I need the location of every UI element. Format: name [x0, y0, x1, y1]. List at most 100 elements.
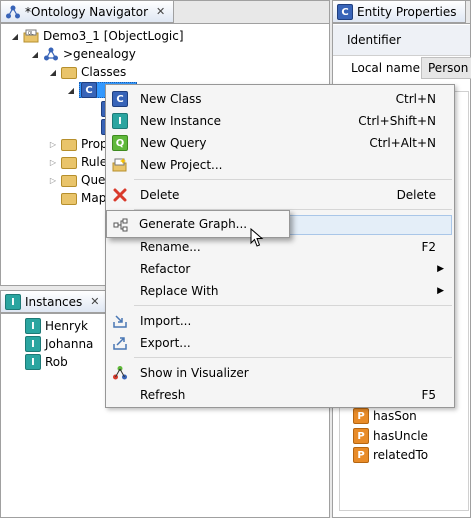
tree-row-classes[interactable]: ◢ Classes — [49, 63, 126, 81]
project-icon: OL — [23, 28, 39, 44]
export-icon — [112, 335, 128, 351]
menu-label: New Query — [140, 136, 207, 150]
delete-icon — [112, 187, 128, 203]
context-menu: C New Class Ctrl+N I New Instance Ctrl+S… — [105, 84, 455, 408]
expand-icon[interactable]: ▷ — [49, 176, 57, 185]
menu-shortcut: Ctrl+Shift+N — [358, 114, 436, 128]
tree-row-mappings[interactable]: Map — [61, 189, 106, 207]
instance-label: Henryk — [45, 319, 88, 333]
local-name-field[interactable]: Person — [421, 57, 471, 79]
list-item-instance[interactable]: I Johanna — [25, 335, 93, 353]
menu-item-export[interactable]: Export... — [108, 333, 452, 353]
menu-item-new-instance[interactable]: I New Instance Ctrl+Shift+N — [108, 111, 452, 131]
property-icon: P — [353, 428, 369, 444]
instance-icon: I — [25, 354, 41, 370]
menu-separator — [134, 179, 452, 180]
menu-label: Replace With — [140, 284, 219, 298]
menu-shortcut: F5 — [421, 388, 436, 402]
close-navigator-icon[interactable]: ✕ — [156, 5, 165, 18]
menu-item-new-project[interactable]: New Project... — [108, 155, 452, 175]
tree-row-queries[interactable]: ▷ Que — [49, 171, 105, 189]
tree-label-mappings: Map — [81, 191, 107, 205]
menu-label: Delete — [140, 188, 180, 202]
svg-text:OL: OL — [28, 31, 34, 36]
class-icon: C — [337, 3, 353, 20]
menu-item-import[interactable]: Import... — [108, 311, 452, 331]
drag-preview-label: Generate Graph... — [139, 217, 248, 231]
navigator-icon — [5, 4, 21, 20]
expand-icon[interactable]: ▷ — [49, 140, 57, 149]
local-name-label: Local name: — [351, 61, 424, 75]
tree-label-classes: Classes — [81, 65, 127, 79]
navigator-title: *Ontology Navigator — [25, 4, 149, 19]
menu-label: New Instance — [140, 114, 222, 128]
mouse-cursor-icon — [250, 227, 264, 248]
submenu-arrow-icon: ▶ — [437, 264, 444, 274]
visualizer-icon — [112, 365, 128, 381]
tree-label-properties: Prop — [81, 137, 108, 151]
collapse-icon[interactable]: ◢ — [67, 86, 75, 95]
menu-item-refresh[interactable]: Refresh F5 — [108, 385, 452, 405]
menu-label: Show in Visualizer — [140, 366, 249, 380]
menu-label: New Project... — [140, 158, 223, 172]
list-item-property[interactable]: P relatedTo — [353, 446, 428, 464]
instances-title: Instances — [25, 294, 83, 309]
menu-label: Export... — [140, 336, 191, 350]
property-label: hasSon — [373, 409, 417, 423]
list-item-instance[interactable]: I Henryk — [25, 317, 88, 335]
tree-row-rules[interactable]: ▷ Rule — [49, 153, 107, 171]
close-instances-icon[interactable]: ✕ — [90, 295, 99, 308]
identifier-label: Identifier — [347, 33, 402, 47]
submenu-arrow-icon: ▶ — [437, 286, 444, 296]
instance-icon: I — [25, 318, 41, 334]
property-label: relatedTo — [373, 448, 429, 462]
property-icon: P — [353, 408, 369, 424]
collapse-icon[interactable]: ◢ — [49, 68, 57, 77]
tab-instances[interactable]: I Instances ✕ — [1, 291, 109, 313]
tree-label-rules: Rule — [81, 155, 108, 169]
class-icon: C — [112, 91, 128, 107]
menu-item-replace-with[interactable]: Replace With ▶ — [108, 281, 452, 301]
menu-item-show-in-visualizer[interactable]: Show in Visualizer — [108, 363, 452, 383]
menu-item-refactor[interactable]: Refactor ▶ — [108, 259, 452, 279]
query-icon: Q — [112, 135, 128, 151]
collapse-icon[interactable]: ◢ — [11, 32, 19, 41]
tab-entity-properties[interactable]: C Entity Properties — [333, 1, 466, 23]
menu-label: New Class — [140, 92, 202, 106]
instance-icon: I — [112, 113, 128, 129]
menu-shortcut: Ctrl+Alt+N — [369, 136, 436, 150]
expand-icon[interactable]: ▷ — [49, 158, 57, 167]
menu-label: Import... — [140, 314, 192, 328]
new-project-icon — [112, 157, 128, 173]
tree-label-module: >genealogy — [63, 47, 136, 61]
graph-icon — [113, 217, 129, 233]
list-item-property[interactable]: P hasUncle — [353, 427, 428, 445]
menu-item-rename[interactable]: Rename... F2 — [108, 237, 452, 257]
tab-ontology-navigator[interactable]: *Ontology Navigator ✕ — [1, 1, 175, 23]
menu-shortcut: Delete — [396, 188, 436, 202]
tree-row-properties[interactable]: ▷ Prop — [49, 135, 108, 153]
folder-icon — [61, 67, 77, 79]
folder-icon — [61, 193, 77, 205]
menu-label: Refactor — [140, 262, 191, 276]
tree-row-module[interactable]: ◢ >genealogy — [31, 45, 136, 63]
menu-shortcut: Ctrl+N — [395, 92, 436, 106]
list-item-property[interactable]: P hasSon — [353, 407, 417, 425]
identifier-section-header: Identifier — [333, 25, 470, 56]
instance-icon: I — [5, 293, 21, 310]
import-icon — [112, 313, 128, 329]
property-icon: P — [353, 447, 369, 463]
collapse-icon[interactable]: ◢ — [31, 50, 39, 59]
menu-item-delete[interactable]: Delete Delete — [108, 185, 452, 205]
menu-item-new-query[interactable]: Q New Query Ctrl+Alt+N — [108, 133, 452, 153]
menu-label: Rename... — [140, 240, 201, 254]
menu-shortcut: F2 — [421, 240, 436, 254]
tree-row-project[interactable]: ◢ OL Demo3_1 [ObjectLogic] — [11, 27, 184, 45]
local-name-value: Person — [428, 61, 469, 75]
tree-label-queries: Que — [81, 173, 106, 187]
list-item-instance[interactable]: I Rob — [25, 353, 68, 371]
menu-separator — [134, 305, 452, 306]
instance-label: Rob — [45, 355, 68, 369]
menu-item-new-class[interactable]: C New Class Ctrl+N — [108, 89, 452, 109]
class-icon: C — [81, 82, 97, 98]
